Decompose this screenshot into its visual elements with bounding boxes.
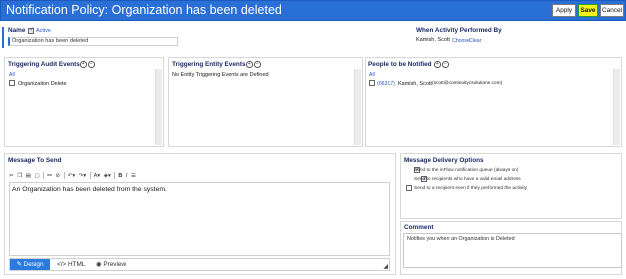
remove-person-icon[interactable]: − (442, 61, 449, 68)
audit-events-panel (4, 57, 164, 147)
person-name: Kamish, Scott (398, 80, 432, 87)
delivery-label: Message Delivery Options (404, 157, 484, 164)
resize-grip-icon[interactable]: ◢ (383, 263, 388, 270)
delivery-option: Send to the inFlow notification queue (a… (414, 168, 519, 173)
audit-events-label: Triggering Audit Events (8, 61, 80, 68)
pencil-icon: ✎ (16, 261, 24, 268)
delivery-option: Send to a recipient even if they perform… (414, 186, 528, 191)
undo-icon[interactable]: ↶▾ (68, 171, 76, 181)
remove-entity-icon[interactable]: − (254, 61, 261, 68)
audit-all-link[interactable]: All (9, 72, 15, 78)
name-input[interactable]: Organization has been deleted (8, 37, 178, 46)
list-icon[interactable]: ☰ (131, 171, 136, 181)
preview-mode-label: Preview (103, 261, 127, 268)
entity-empty-message: No Entity Triggering Events are Defined (172, 72, 269, 78)
person-id-link[interactable]: (06317) (377, 81, 395, 87)
entity-scrollbar[interactable] (354, 69, 361, 145)
redo-icon[interactable]: ↷▾ (79, 171, 87, 181)
activity-label: When Activity Performed By (416, 27, 502, 34)
entity-events-panel (168, 57, 363, 147)
add-audit-icon[interactable]: + (80, 61, 87, 68)
message-editor[interactable]: An Organization has been deleted from th… (9, 182, 390, 256)
paste-icon[interactable]: ▤ (26, 171, 31, 181)
people-panel (365, 57, 622, 147)
audit-item: Organization Delete (18, 80, 67, 87)
comment-input[interactable]: Notifies you when an Organization is Del… (403, 233, 622, 268)
add-person-icon[interactable]: + (434, 61, 441, 68)
name-accent-bar (2, 27, 4, 48)
person-email: (scott@continuitycsolutions.com) (432, 81, 503, 86)
html-mode-label: HTML (68, 261, 86, 268)
page-title: Notification Policy: Organization has be… (6, 3, 282, 17)
html-mode-button[interactable]: </> HTML (57, 259, 85, 270)
editor-toolbar: ✂ ❐ ▤ ▢ ⚯ ⊘ ↶▾ ↷▾ A▾ ◈▾ B I ☰ (9, 171, 139, 181)
font-color-icon[interactable]: A▾ (94, 171, 101, 181)
cancel-button[interactable]: Cancel (600, 4, 624, 17)
unlink-icon[interactable]: ⊘ (55, 171, 60, 181)
design-mode-label: Design (23, 261, 44, 268)
active-checkbox[interactable] (28, 26, 35, 34)
code-icon: </> (57, 261, 69, 268)
activity-person: Kamish, Scott (416, 37, 450, 43)
copy-icon[interactable]: ❐ (17, 171, 22, 181)
message-label: Message To Send (8, 157, 62, 164)
apply-button[interactable]: Apply (552, 4, 576, 17)
delivery-option-checkbox[interactable] (406, 185, 412, 191)
delivery-option: Send to recipients who have a valid emai… (414, 177, 521, 182)
remove-audit-icon[interactable]: − (88, 61, 95, 68)
people-scrollbar[interactable] (613, 69, 620, 145)
people-label: People to be Notified (368, 61, 432, 68)
italic-icon[interactable]: I (126, 171, 128, 181)
save-button[interactable]: Save (578, 4, 598, 17)
add-entity-icon[interactable]: + (246, 61, 253, 68)
fill-color-icon[interactable]: ◈▾ (104, 171, 111, 181)
audit-scrollbar[interactable] (155, 69, 162, 145)
active-label: Active (36, 27, 51, 34)
bold-icon[interactable]: B (118, 171, 122, 181)
editor-mode-bar: ✎ Design </> HTML ◉ Preview ◢ (9, 258, 390, 271)
person-checkbox[interactable] (369, 80, 375, 86)
cut-icon[interactable]: ✂ (9, 171, 14, 181)
preview-mode-button[interactable]: ◉ Preview (96, 259, 126, 270)
design-mode-button[interactable]: ✎ Design (10, 259, 50, 270)
name-label: Name (8, 27, 26, 34)
delete-icon[interactable]: ▢ (35, 171, 40, 181)
people-all-link[interactable]: All (369, 72, 375, 78)
entity-events-label: Triggering Entity Events (172, 61, 246, 68)
link-icon[interactable]: ⚯ (47, 171, 52, 181)
clear-link[interactable]: Clear (469, 38, 481, 44)
choose-link[interactable]: Choose (452, 38, 470, 44)
audit-item-checkbox[interactable] (9, 80, 15, 86)
comment-label: Comment (404, 224, 434, 231)
